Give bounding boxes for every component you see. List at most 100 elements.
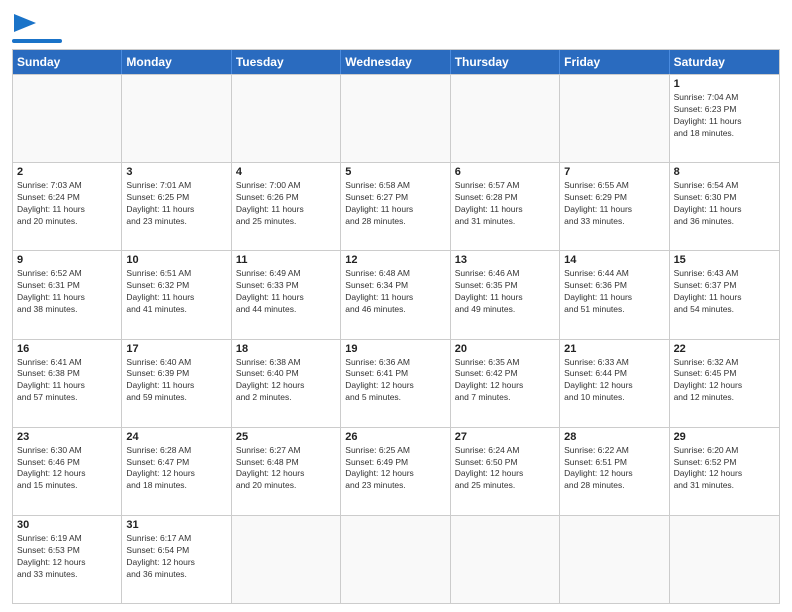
day-number: 8	[674, 166, 775, 178]
calendar-cell: 17 Sunrise: 6:40 AMSunset: 6:39 PMDayligh…	[122, 340, 231, 427]
calendar-row-6: 30Sunrise: 6:19 AMSunset: 6:53 PMDayligh…	[13, 515, 779, 603]
day-number: 19	[345, 343, 445, 355]
calendar-cell	[122, 75, 231, 162]
day-number: 12	[345, 254, 445, 266]
cell-info: Sunrise: 6:51 AMSunset: 6:32 PMDaylight:…	[126, 268, 226, 316]
calendar-cell: 25 Sunrise: 6:27 AMSunset: 6:48 PMDayligh…	[232, 428, 341, 515]
day-number: 14	[564, 254, 664, 266]
cell-info: Sunrise: 6:44 AMSunset: 6:36 PMDaylight:…	[564, 268, 664, 316]
day-number: 15	[674, 254, 775, 266]
day-number: 1	[674, 78, 775, 90]
day-number: 18	[236, 343, 336, 355]
day-number: 28	[564, 431, 664, 443]
cell-info: Sunrise: 7:00 AMSunset: 6:26 PMDaylight:…	[236, 180, 336, 228]
calendar-cell: 27 Sunrise: 6:24 AMSunset: 6:50 PMDayligh…	[451, 428, 560, 515]
cell-info: Sunrise: 6:41 AMSunset: 6:38 PMDaylight:…	[17, 357, 117, 405]
day-number: 6	[455, 166, 555, 178]
calendar-cell: 31 Sunrise: 6:17 AMSunset: 6:54 PMDayligh…	[122, 516, 231, 603]
day-number: 17	[126, 343, 226, 355]
day-number: 3	[126, 166, 226, 178]
day-number: 27	[455, 431, 555, 443]
header-day-thursday: Thursday	[451, 50, 560, 74]
calendar-cell: 16 Sunrise: 6:41 AMSunset: 6:38 PMDayligh…	[13, 340, 122, 427]
calendar-cell: 22 Sunrise: 6:32 AMSunset: 6:45 PMDayligh…	[670, 340, 779, 427]
day-number: 20	[455, 343, 555, 355]
cell-info: Sunrise: 7:03 AMSunset: 6:24 PMDaylight:…	[17, 180, 117, 228]
calendar-cell: 24 Sunrise: 6:28 AMSunset: 6:47 PMDayligh…	[122, 428, 231, 515]
cell-info: Sunrise: 6:17 AMSunset: 6:54 PMDaylight:…	[126, 533, 226, 581]
header-day-monday: Monday	[122, 50, 231, 74]
day-number: 16	[17, 343, 117, 355]
cell-info: Sunrise: 6:24 AMSunset: 6:50 PMDaylight:…	[455, 445, 555, 493]
cell-info: Sunrise: 6:32 AMSunset: 6:45 PMDaylight:…	[674, 357, 775, 405]
calendar-row-4: 16 Sunrise: 6:41 AMSunset: 6:38 PMDayligh…	[13, 339, 779, 427]
calendar-cell: 20Sunrise: 6:35 AMSunset: 6:42 PMDayligh…	[451, 340, 560, 427]
calendar-cell: 18 Sunrise: 6:38 AMSunset: 6:40 PMDayligh…	[232, 340, 341, 427]
calendar-cell: 15 Sunrise: 6:43 AMSunset: 6:37 PMDayligh…	[670, 251, 779, 338]
header-day-tuesday: Tuesday	[232, 50, 341, 74]
calendar-cell: 1Sunrise: 7:04 AMSunset: 6:23 PMDaylight…	[670, 75, 779, 162]
day-number: 11	[236, 254, 336, 266]
day-number: 25	[236, 431, 336, 443]
calendar-cell: 13 Sunrise: 6:46 AMSunset: 6:35 PMDayligh…	[451, 251, 560, 338]
day-number: 31	[126, 519, 226, 531]
calendar-body: 1Sunrise: 7:04 AMSunset: 6:23 PMDaylight…	[13, 74, 779, 603]
calendar-cell: 8Sunrise: 6:54 AMSunset: 6:30 PMDaylight…	[670, 163, 779, 250]
cell-info: Sunrise: 6:57 AMSunset: 6:28 PMDaylight:…	[455, 180, 555, 228]
page: SundayMondayTuesdayWednesdayThursdayFrid…	[0, 0, 792, 612]
day-number: 29	[674, 431, 775, 443]
calendar-row-2: 2 Sunrise: 7:03 AMSunset: 6:24 PMDaylight…	[13, 162, 779, 250]
day-number: 13	[455, 254, 555, 266]
cell-info: Sunrise: 6:25 AMSunset: 6:49 PMDaylight:…	[345, 445, 445, 493]
calendar-cell: 28 Sunrise: 6:22 AMSunset: 6:51 PMDayligh…	[560, 428, 669, 515]
calendar-cell	[560, 516, 669, 603]
day-number: 10	[126, 254, 226, 266]
logo-triangle-icon	[14, 14, 36, 32]
calendar-cell	[451, 516, 560, 603]
calendar-cell	[560, 75, 669, 162]
calendar-cell: 4 Sunrise: 7:00 AMSunset: 6:26 PMDaylight…	[232, 163, 341, 250]
cell-info: Sunrise: 6:40 AMSunset: 6:39 PMDaylight:…	[126, 357, 226, 405]
cell-info: Sunrise: 7:01 AMSunset: 6:25 PMDaylight:…	[126, 180, 226, 228]
calendar-cell	[341, 516, 450, 603]
calendar-cell: 26Sunrise: 6:25 AMSunset: 6:49 PMDayligh…	[341, 428, 450, 515]
day-number: 4	[236, 166, 336, 178]
day-number: 2	[17, 166, 117, 178]
calendar-cell: 19 Sunrise: 6:36 AMSunset: 6:41 PMDayligh…	[341, 340, 450, 427]
cell-info: Sunrise: 6:20 AMSunset: 6:52 PMDaylight:…	[674, 445, 775, 493]
calendar-cell: 5Sunrise: 6:58 AMSunset: 6:27 PMDaylight…	[341, 163, 450, 250]
cell-info: Sunrise: 6:36 AMSunset: 6:41 PMDaylight:…	[345, 357, 445, 405]
day-number: 9	[17, 254, 117, 266]
cell-info: Sunrise: 6:58 AMSunset: 6:27 PMDaylight:…	[345, 180, 445, 228]
day-number: 7	[564, 166, 664, 178]
calendar-cell	[670, 516, 779, 603]
calendar-cell	[232, 516, 341, 603]
cell-info: Sunrise: 6:27 AMSunset: 6:48 PMDaylight:…	[236, 445, 336, 493]
header-day-saturday: Saturday	[670, 50, 779, 74]
cell-info: Sunrise: 6:43 AMSunset: 6:37 PMDaylight:…	[674, 268, 775, 316]
cell-info: Sunrise: 6:38 AMSunset: 6:40 PMDaylight:…	[236, 357, 336, 405]
day-number: 23	[17, 431, 117, 443]
cell-info: Sunrise: 6:22 AMSunset: 6:51 PMDaylight:…	[564, 445, 664, 493]
calendar-cell	[451, 75, 560, 162]
calendar-cell: 21Sunrise: 6:33 AMSunset: 6:44 PMDayligh…	[560, 340, 669, 427]
calendar-cell: 14 Sunrise: 6:44 AMSunset: 6:36 PMDayligh…	[560, 251, 669, 338]
calendar-cell: 9 Sunrise: 6:52 AMSunset: 6:31 PMDaylight…	[13, 251, 122, 338]
day-number: 22	[674, 343, 775, 355]
calendar-cell: 6 Sunrise: 6:57 AMSunset: 6:28 PMDaylight…	[451, 163, 560, 250]
calendar-row-5: 23Sunrise: 6:30 AMSunset: 6:46 PMDayligh…	[13, 427, 779, 515]
logo	[12, 10, 62, 43]
cell-info: Sunrise: 6:52 AMSunset: 6:31 PMDaylight:…	[17, 268, 117, 316]
header-day-friday: Friday	[560, 50, 669, 74]
calendar-cell: 12Sunrise: 6:48 AMSunset: 6:34 PMDayligh…	[341, 251, 450, 338]
cell-info: Sunrise: 6:19 AMSunset: 6:53 PMDaylight:…	[17, 533, 117, 581]
day-number: 24	[126, 431, 226, 443]
header	[12, 10, 780, 43]
calendar-cell: 7Sunrise: 6:55 AMSunset: 6:29 PMDaylight…	[560, 163, 669, 250]
cell-info: Sunrise: 6:28 AMSunset: 6:47 PMDaylight:…	[126, 445, 226, 493]
calendar-row-1: 1Sunrise: 7:04 AMSunset: 6:23 PMDaylight…	[13, 74, 779, 162]
day-number: 21	[564, 343, 664, 355]
calendar-cell: 11Sunrise: 6:49 AMSunset: 6:33 PMDayligh…	[232, 251, 341, 338]
calendar-cell: 3 Sunrise: 7:01 AMSunset: 6:25 PMDaylight…	[122, 163, 231, 250]
cell-info: Sunrise: 6:46 AMSunset: 6:35 PMDaylight:…	[455, 268, 555, 316]
